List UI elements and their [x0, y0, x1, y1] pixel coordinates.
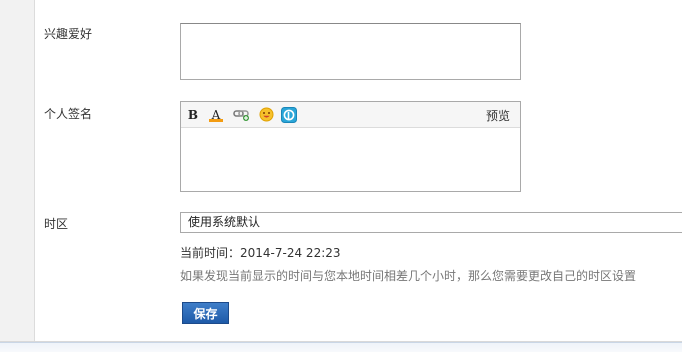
current-time-value: 2014-7-24 22:23	[240, 246, 341, 260]
current-time: 当前时间：2014-7-24 22:23	[180, 244, 341, 261]
signature-label: 个人签名	[44, 107, 93, 121]
link-icon[interactable]	[232, 106, 250, 123]
bold-icon[interactable]: B	[184, 106, 202, 123]
preview-link[interactable]: 预览	[486, 107, 510, 124]
timezone-selected-value: 使用系统默认	[188, 215, 261, 229]
left-sidebar-strip	[0, 0, 35, 342]
save-button[interactable]: 保存	[182, 302, 229, 324]
font-color-bar	[209, 119, 223, 122]
current-time-label: 当前时间：	[180, 246, 241, 260]
hobby-textarea[interactable]	[180, 23, 521, 80]
hobby-label: 兴趣爱好	[44, 27, 93, 41]
emoticon-icon[interactable]	[257, 106, 275, 123]
font-color-icon[interactable]: A	[207, 106, 225, 123]
timezone-hint: 如果发现当前显示的时间与您本地时间相差几个小时，那么您需要更改自己的时区设置	[180, 269, 637, 283]
signature-editor: B A 预览	[180, 101, 521, 192]
p-badge-icon[interactable]	[280, 106, 298, 123]
timezone-label: 时区	[44, 217, 69, 231]
timezone-select[interactable]: 使用系统默认	[180, 212, 682, 233]
signature-editor-body[interactable]	[181, 128, 520, 191]
editor-toolbar: B A 预览	[181, 102, 520, 128]
